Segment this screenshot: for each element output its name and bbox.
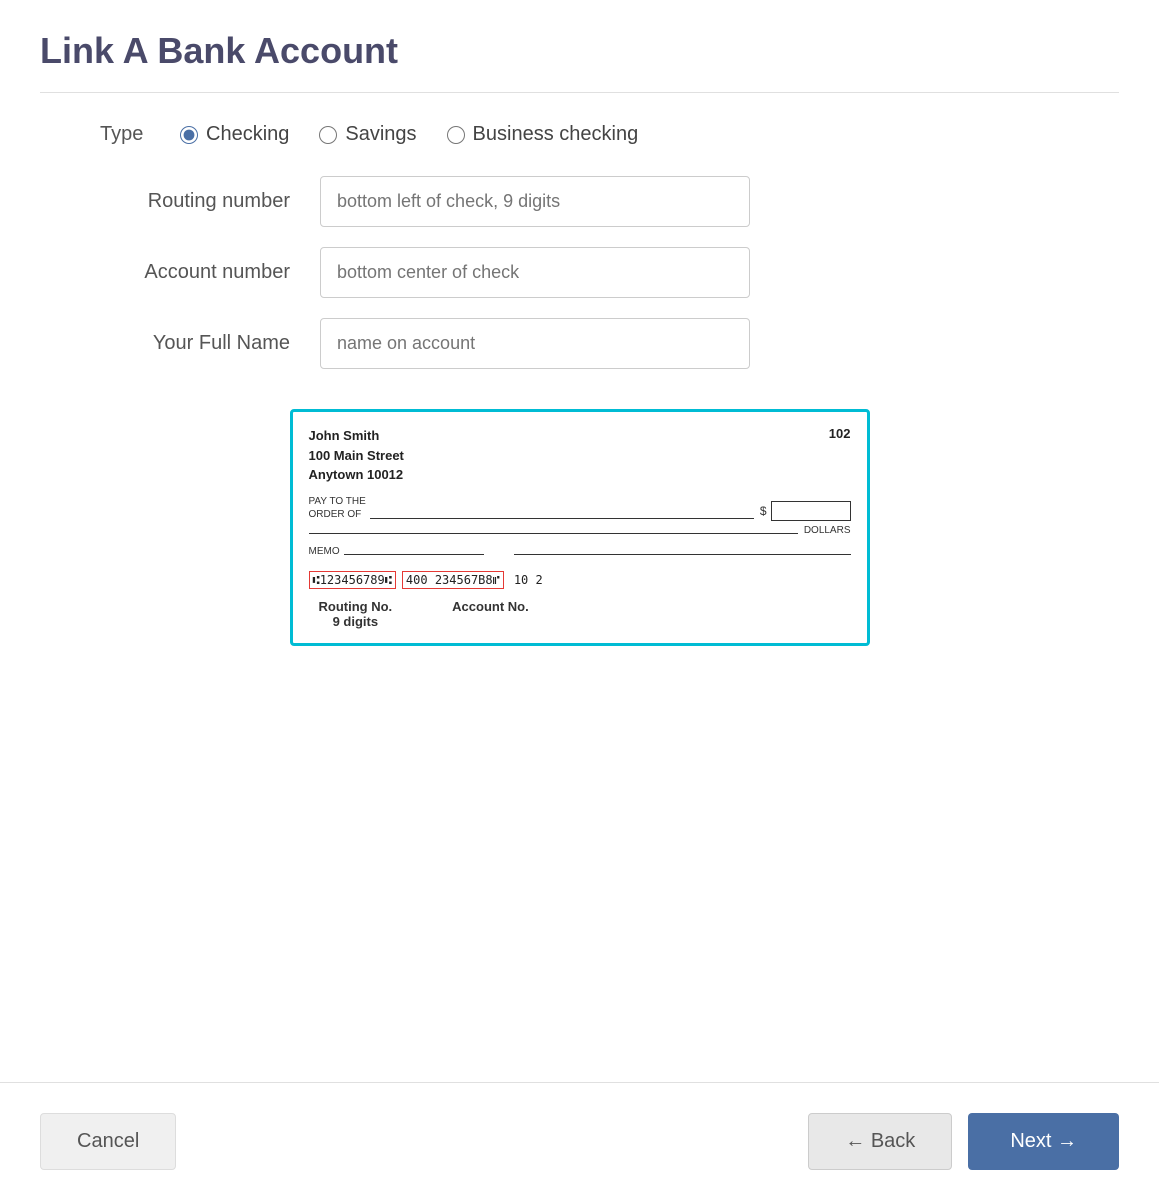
check-owner-name: John Smith — [309, 428, 380, 443]
micr-check-num: 10 2 — [514, 573, 543, 587]
routing-number-label: Routing number — [40, 190, 320, 213]
check-number: 102 — [829, 426, 851, 441]
back-button[interactable]: ← Back — [808, 1113, 952, 1170]
cancel-button[interactable]: Cancel — [40, 1113, 176, 1170]
routing-no-label: Routing No.9 digits — [319, 599, 393, 629]
micr-routing: ⑆123456789⑆ — [309, 571, 396, 589]
full-name-input[interactable] — [320, 318, 750, 369]
nav-buttons: ← Back Next → — [808, 1113, 1119, 1170]
check-labels-row: Routing No.9 digits Account No. — [309, 599, 851, 629]
radio-checking[interactable]: Checking — [180, 123, 289, 146]
routing-number-input[interactable] — [320, 176, 750, 227]
check-dollars-label: DOLLARS — [804, 525, 851, 536]
check-owner-block: John Smith 100 Main Street Anytown 10012 — [309, 426, 851, 485]
check-memo-label: MEMO — [309, 546, 340, 557]
radio-business-checking[interactable]: Business checking — [447, 123, 639, 146]
page-title: Link A Bank Account — [40, 30, 1119, 72]
routing-number-field: Routing number — [40, 176, 1119, 227]
account-number-field: Account number — [40, 247, 1119, 298]
radio-savings-label: Savings — [345, 123, 416, 146]
check-sig-line — [514, 554, 851, 555]
check-dollar-sign: $ — [760, 504, 767, 518]
bottom-bar: Cancel ← Back Next → — [0, 1082, 1159, 1200]
type-label: Type — [100, 123, 160, 146]
radio-group: Checking Savings Business checking — [180, 123, 638, 146]
account-no-label: Account No. — [452, 599, 529, 614]
radio-business-label: Business checking — [473, 123, 639, 146]
check-pay-row: PAY TO THEORDER OF $ — [309, 495, 851, 521]
check-amount-box — [771, 501, 851, 521]
micr-account: 400 234567B8⑈ — [402, 571, 504, 589]
check-image: 102 John Smith 100 Main Street Anytown 1… — [290, 409, 870, 646]
radio-checking-label: Checking — [206, 123, 289, 146]
check-memo-row: MEMO — [309, 546, 851, 557]
type-row: Type Checking Savings Business checking — [40, 123, 1119, 146]
check-pay-line — [370, 518, 754, 519]
radio-savings[interactable]: Savings — [319, 123, 416, 146]
check-address2: Anytown 10012 — [309, 467, 404, 482]
check-dollar-box: $ — [760, 501, 851, 521]
title-divider — [40, 92, 1119, 93]
check-memo-line — [344, 554, 484, 555]
radio-checking-input[interactable] — [180, 126, 198, 144]
check-pay-label: PAY TO THEORDER OF — [309, 495, 366, 521]
radio-savings-input[interactable] — [319, 126, 337, 144]
account-number-input[interactable] — [320, 247, 750, 298]
next-button[interactable]: Next → — [968, 1113, 1119, 1170]
check-dollars-line — [309, 533, 798, 534]
check-micr-row: ⑆123456789⑆ 400 234567B8⑈ 10 2 — [309, 571, 851, 589]
radio-business-input[interactable] — [447, 126, 465, 144]
check-dollars-row: DOLLARS — [309, 525, 851, 536]
full-name-field: Your Full Name — [40, 318, 1119, 369]
full-name-label: Your Full Name — [40, 332, 320, 355]
check-address1: 100 Main Street — [309, 448, 404, 463]
account-number-label: Account number — [40, 261, 320, 284]
check-container: 102 John Smith 100 Main Street Anytown 1… — [40, 409, 1119, 646]
